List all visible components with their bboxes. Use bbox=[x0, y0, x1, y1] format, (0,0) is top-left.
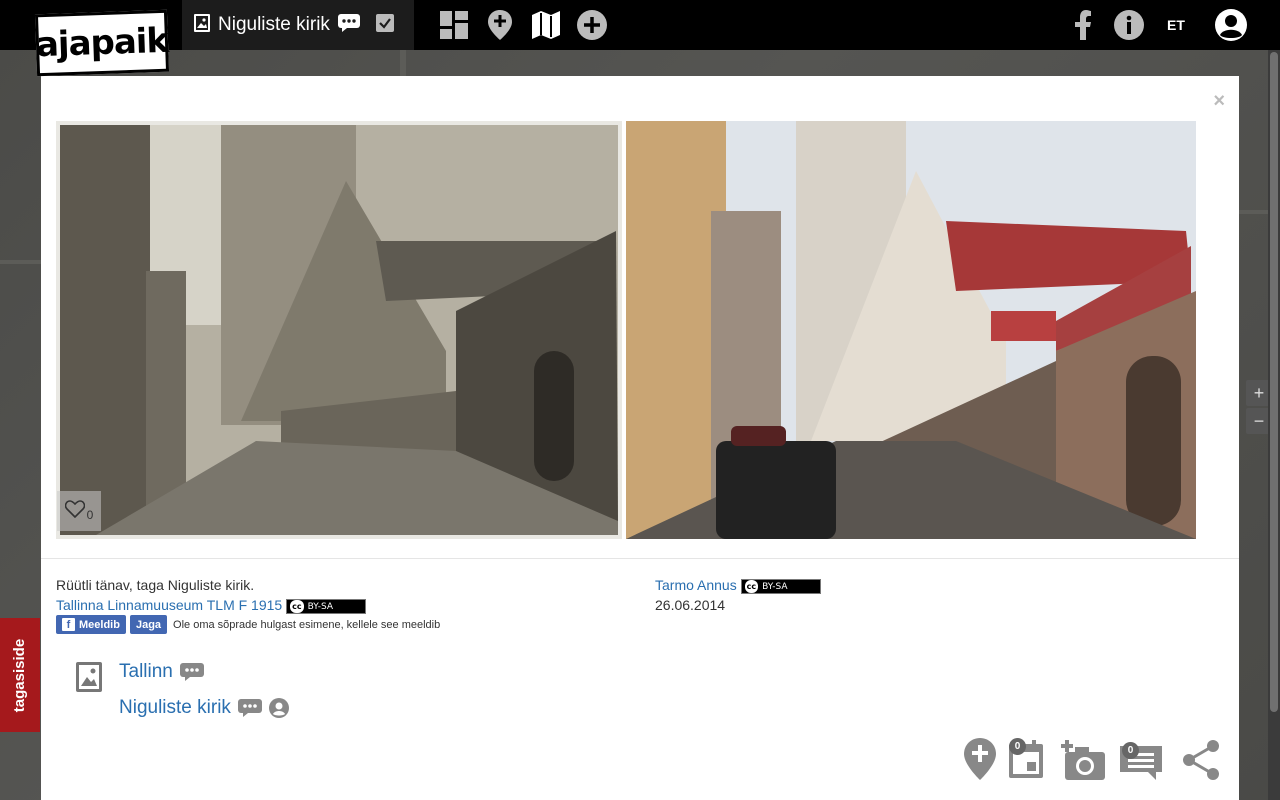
rephoto-date: 26.06.2014 bbox=[655, 597, 726, 613]
feedback-label: tagasiside bbox=[11, 638, 29, 712]
check-icon[interactable] bbox=[375, 13, 394, 37]
top-navbar: Niguliste kirik ET bbox=[0, 0, 1280, 50]
comment-icon[interactable] bbox=[237, 699, 262, 717]
feedback-tab[interactable]: tagasiside bbox=[0, 618, 40, 732]
source-link-row: Tallinna Linnamuuseum TLM F 1915 cc BY-SA bbox=[56, 597, 367, 614]
add-rephoto-button[interactable] bbox=[1059, 738, 1107, 785]
photo-modal: × 0 Rüütli tänav, taga Niguliste kirik. … bbox=[41, 76, 1239, 800]
facebook-icon: f bbox=[62, 618, 75, 631]
divider bbox=[41, 558, 1239, 559]
rephoto-author-link[interactable]: Tarmo Annus bbox=[655, 577, 737, 593]
add-location-icon bbox=[964, 738, 996, 784]
add-camera-icon bbox=[1059, 740, 1107, 784]
cc-mark: cc bbox=[744, 579, 759, 593]
facebook-like-text: Ole oma sõprade hulgast esimene, kellele… bbox=[173, 618, 441, 631]
person-icon[interactable] bbox=[268, 698, 289, 718]
license-label: BY-SA bbox=[762, 581, 788, 592]
facebook-like-button[interactable]: f Meeldib bbox=[56, 615, 126, 634]
add-location-button[interactable] bbox=[964, 738, 996, 785]
like-button[interactable]: 0 bbox=[57, 491, 101, 531]
album-label[interactable]: Niguliste kirik bbox=[119, 697, 231, 719]
calendar-icon bbox=[1007, 740, 1045, 784]
close-icon[interactable]: × bbox=[1213, 90, 1225, 113]
cc-mark: cc bbox=[290, 599, 304, 613]
facebook-icon[interactable] bbox=[1071, 9, 1095, 41]
comment-count-badge: 0 bbox=[1122, 742, 1139, 759]
location-pin-icon[interactable] bbox=[484, 9, 516, 41]
license-badge[interactable]: cc BY-SA bbox=[286, 598, 367, 614]
heart-icon bbox=[64, 499, 85, 523]
grid-icon[interactable] bbox=[438, 9, 470, 41]
source-link[interactable]: Tallinna Linnamuuseum TLM F 1915 bbox=[56, 597, 282, 613]
album-label[interactable]: Tallinn bbox=[119, 661, 173, 683]
dating-button[interactable]: 0 bbox=[1007, 738, 1045, 785]
share-icon bbox=[1181, 740, 1221, 786]
album-icon bbox=[76, 662, 102, 697]
facebook-widget: f Meeldib Jaga Ole oma sõprade hulgast e… bbox=[56, 615, 440, 634]
add-icon[interactable] bbox=[576, 9, 608, 41]
map-icon[interactable] bbox=[530, 9, 562, 41]
album-link-tallinn[interactable]: Tallinn bbox=[119, 661, 204, 683]
photo-icon bbox=[194, 13, 210, 37]
dating-count-badge: 0 bbox=[1009, 738, 1026, 755]
info-icon[interactable] bbox=[1113, 9, 1145, 41]
logo-text: ajapaik bbox=[35, 20, 169, 66]
comment-icon bbox=[1118, 746, 1164, 786]
like-count: 0 bbox=[86, 508, 94, 522]
nav-title-area: Niguliste kirik bbox=[182, 0, 414, 50]
album-link-niguliste[interactable]: Niguliste kirik bbox=[119, 697, 289, 719]
license-label: BY-SA bbox=[307, 601, 333, 612]
language-switcher[interactable]: ET bbox=[1162, 9, 1190, 41]
historic-photo[interactable] bbox=[56, 121, 622, 539]
rephoto-author-row: Tarmo Annus cc BY-SA bbox=[655, 577, 821, 594]
comment-icon[interactable] bbox=[179, 663, 204, 681]
page-title: Niguliste kirik bbox=[218, 14, 330, 35]
comment-icon[interactable] bbox=[337, 13, 360, 37]
rephoto[interactable] bbox=[626, 121, 1196, 539]
ajapaik-logo[interactable]: ajapaik bbox=[34, 9, 170, 77]
facebook-share-button[interactable]: Jaga bbox=[129, 615, 168, 634]
facebook-like-label: Meeldib bbox=[79, 618, 120, 631]
map-road bbox=[0, 260, 41, 264]
comments-button[interactable]: 0 bbox=[1118, 738, 1164, 787]
photo-description: Rüütli tänav, taga Niguliste kirik. bbox=[56, 577, 255, 593]
share-button[interactable] bbox=[1181, 738, 1221, 787]
account-icon[interactable] bbox=[1215, 9, 1247, 41]
rephoto-license-badge[interactable]: cc BY-SA bbox=[740, 578, 821, 594]
scrollbar-thumb[interactable] bbox=[1270, 52, 1278, 712]
